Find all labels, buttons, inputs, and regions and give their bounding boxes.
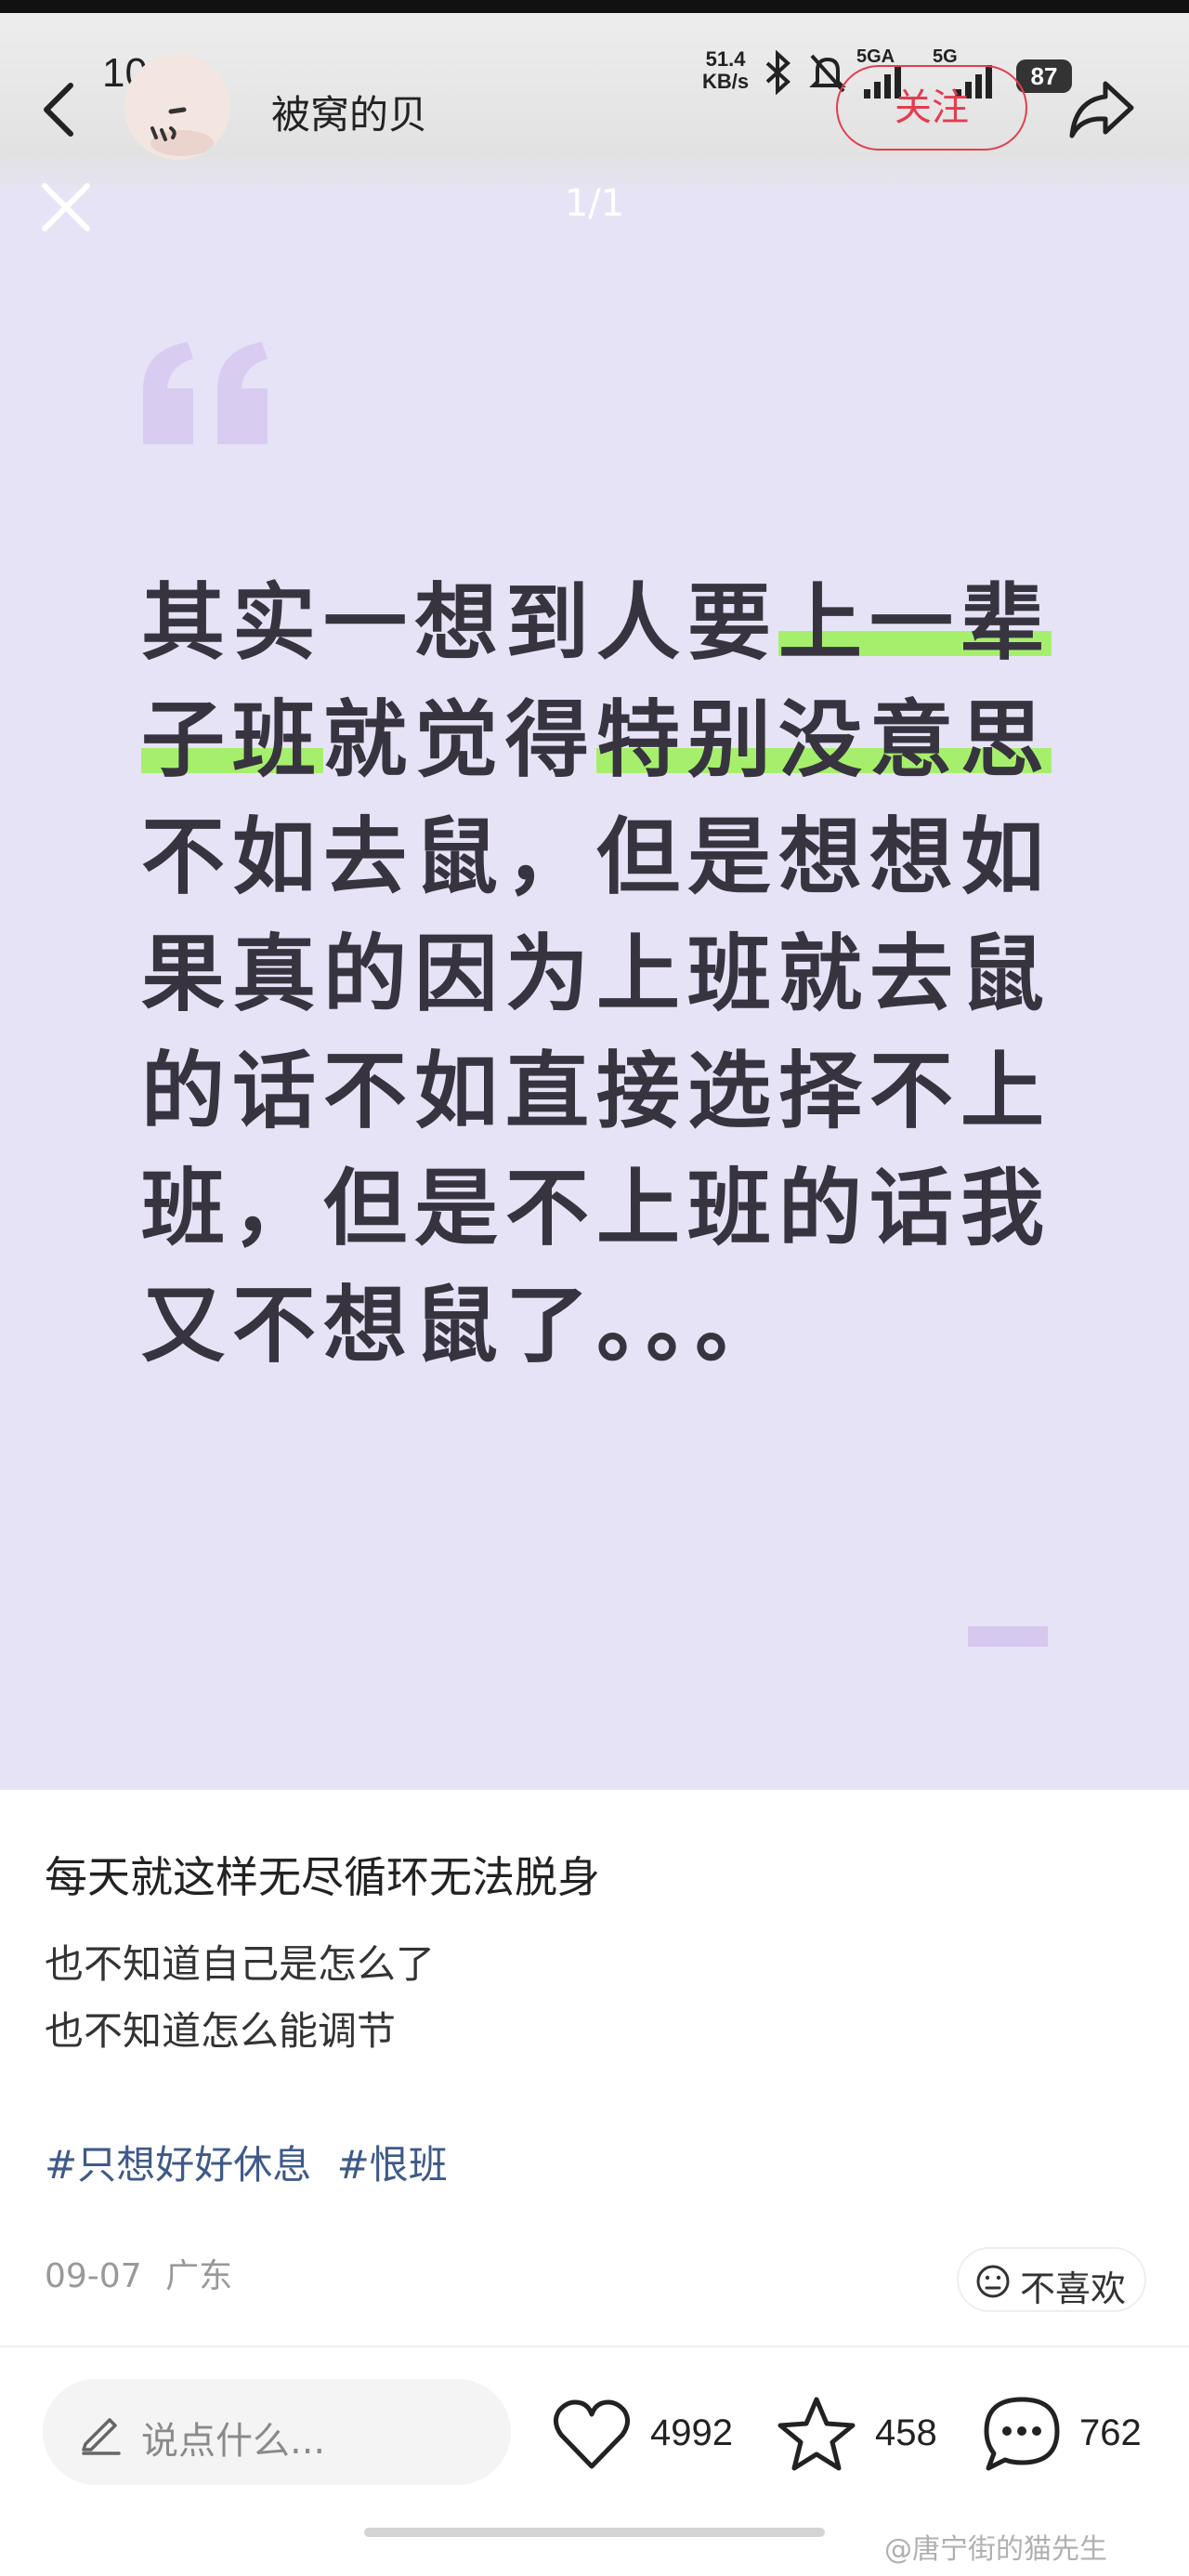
avatar-face-icon — [124, 54, 230, 160]
dislike-button[interactable]: 不喜欢 — [957, 2247, 1146, 2312]
star-icon — [777, 2397, 856, 2471]
username[interactable]: 被窝的贝 — [271, 84, 427, 140]
gesture-nav-bar[interactable] — [364, 2528, 825, 2537]
bluetooth-icon — [765, 50, 790, 95]
post-location: 广东 — [165, 2257, 233, 2295]
tag-link[interactable]: #只想好好休息 — [45, 2142, 311, 2188]
quote-segment: 其实一想到人要 — [141, 574, 778, 672]
top-edge — [0, 0, 1189, 13]
decorative-bar — [968, 1626, 1048, 1647]
back-icon[interactable] — [35, 80, 82, 139]
pencil-icon — [82, 2418, 121, 2455]
post-line: 也不知道自己是怎么了 — [45, 1941, 436, 1987]
like-count: 4992 — [650, 2412, 733, 2453]
page-indicator: 1/1 — [564, 182, 625, 225]
dislike-label: 不喜欢 — [1020, 2268, 1127, 2309]
quote-segment: 就觉得 — [323, 691, 596, 789]
divider — [0, 2346, 1189, 2347]
post-line: 也不知道怎么能调节 — [45, 2008, 397, 2054]
comment-input[interactable]: 说点什么... — [43, 2379, 511, 2485]
post-title: 每天就这样无尽循环无法脱身 — [45, 1852, 600, 1902]
quote-mark-icon — [143, 342, 268, 444]
quote-text: 其实一想到人要上一辈子班就觉得特别没意思不如去鼠，但是想想如果真的因为上班就去鼠… — [141, 565, 1061, 1385]
share-icon[interactable] — [1066, 76, 1137, 141]
favorite-count: 458 — [875, 2412, 937, 2453]
quote-segment: 不如去鼠，但是想想如果真的因为上班就去鼠的话不如直接选择不上班，但是不上班的话我… — [141, 808, 1052, 1374]
net-speed-value: 51.4 — [705, 47, 746, 71]
follow-button[interactable]: 关注 — [836, 65, 1027, 151]
close-icon[interactable] — [37, 178, 95, 236]
watermark: @唐宁街的猫先生 — [884, 2533, 1107, 2566]
net-speed-unit: KB/s — [702, 70, 750, 93]
comment-placeholder: 说点什么... — [141, 2420, 326, 2463]
like-button[interactable]: 4992 — [552, 2386, 747, 2479]
post-meta: 09-07 广东 — [45, 2249, 232, 2297]
comment-button[interactable]: 762 — [981, 2386, 1167, 2479]
net-speed: 51.4 KB/s — [702, 48, 749, 93]
sad-face-icon — [976, 2265, 1010, 2298]
avatar[interactable] — [124, 54, 230, 160]
favorite-button[interactable]: 458 — [777, 2386, 953, 2479]
post-date: 09-07 — [45, 2257, 142, 2295]
tag-list: #只想好好休息 #恨班 — [45, 2134, 461, 2190]
tag-link[interactable]: #恨班 — [337, 2142, 448, 2188]
comment-bubble-icon — [984, 2397, 1060, 2471]
comment-count: 762 — [1079, 2412, 1142, 2453]
battery-indicator: 87 — [1016, 59, 1072, 93]
heart-icon — [554, 2399, 630, 2469]
quote-highlight: 特别没意思 — [596, 691, 1052, 789]
